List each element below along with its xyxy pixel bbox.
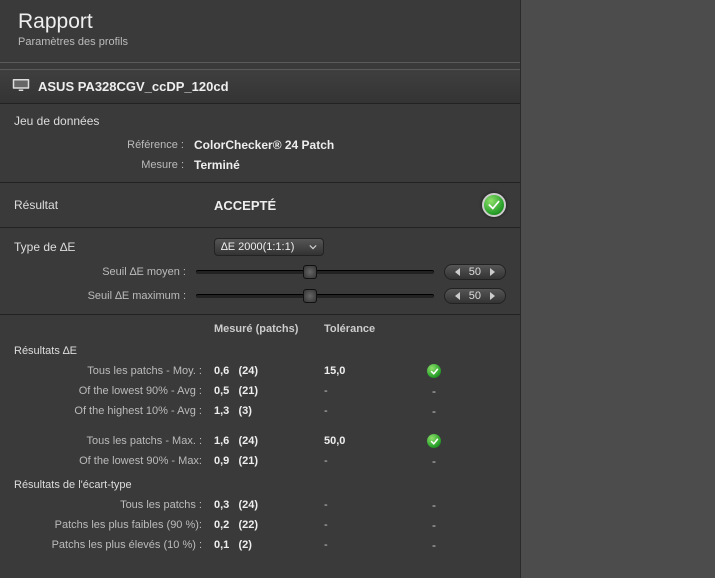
profile-section: ASUS PA328CGV_ccDP_120cd — [0, 69, 520, 104]
avg-threshold-stepper[interactable]: 50 — [444, 264, 506, 280]
profile-name: ASUS PA328CGV_ccDP_120cd — [38, 79, 229, 94]
table-row: Patchs les plus élevés (10 %) :0,1 (2)-- — [14, 537, 506, 553]
row-status: - — [414, 404, 454, 418]
max-threshold-label: Seuil ∆E maximum : — [14, 290, 186, 302]
slider-thumb[interactable] — [303, 289, 317, 303]
result-value: ACCEPTÉ — [214, 198, 482, 213]
deltae-type-label: Type de ∆E — [14, 240, 214, 254]
triangle-left-icon[interactable] — [455, 268, 461, 276]
row-status — [414, 434, 454, 448]
row-tolerance: - — [324, 519, 414, 531]
page-subtitle: Paramètres des profils — [18, 36, 502, 48]
dataset-heading: Jeu de données — [14, 114, 506, 128]
check-pass-icon — [427, 434, 441, 448]
row-measured: 0,5 (21) — [214, 385, 324, 397]
check-pass-icon — [482, 193, 506, 217]
side-panel — [520, 0, 715, 578]
row-measured: 0,6 (24) — [214, 365, 324, 377]
table-row: Of the lowest 90% - Max:0,9 (21)-- — [14, 453, 506, 469]
avg-threshold-slider[interactable] — [196, 270, 434, 274]
row-tolerance: - — [324, 385, 414, 397]
row-tolerance: 50,0 — [324, 435, 414, 447]
table-row: Of the highest 10% - Avg :1,3 (3)-- — [14, 403, 506, 419]
row-status: - — [414, 538, 454, 552]
row-label: Tous les patchs : — [14, 499, 214, 511]
table-row: Tous les patchs - Max. :1,6 (24)50,0 — [14, 433, 506, 449]
triangle-right-icon[interactable] — [489, 292, 495, 300]
row-tolerance: - — [324, 539, 414, 551]
max-threshold-slider[interactable] — [196, 294, 434, 298]
reference-value: ColorChecker® 24 Patch — [194, 138, 334, 152]
row-tolerance: 15,0 — [324, 365, 414, 377]
dataset-panel: Jeu de données Référence : ColorChecker®… — [0, 104, 520, 183]
chevron-down-icon — [309, 241, 317, 253]
row-measured: 0,1 (2) — [214, 539, 324, 551]
row-status — [414, 364, 454, 378]
result-label: Résultat — [14, 198, 214, 212]
monitor-icon — [12, 78, 30, 95]
reference-label: Référence : — [14, 139, 194, 151]
avg-threshold-label: Seuil ∆E moyen : — [14, 266, 186, 278]
slider-thumb[interactable] — [303, 265, 317, 279]
row-tolerance: - — [324, 455, 414, 467]
row-label: Patchs les plus faibles (90 %): — [14, 519, 214, 531]
row-measured: 1,3 (3) — [214, 405, 324, 417]
measure-value: Terminé — [194, 158, 240, 172]
col-measured: Mesuré (patchs) — [214, 323, 324, 335]
row-status: - — [414, 498, 454, 512]
row-label: Tous les patchs - Moy. : — [14, 365, 214, 377]
table-row: Patchs les plus faibles (90 %):0,2 (22)-… — [14, 517, 506, 533]
page-title: Rapport — [18, 10, 502, 34]
triangle-right-icon[interactable] — [489, 268, 495, 276]
table-row: Tous les patchs :0,3 (24)-- — [14, 497, 506, 513]
deltae-type-value: ∆E 2000(1:1:1) — [221, 241, 294, 253]
row-label: Tous les patchs - Max. : — [14, 435, 214, 447]
row-status: - — [414, 384, 454, 398]
row-measured: 0,9 (21) — [214, 455, 324, 467]
report-header: Rapport Paramètres des profils — [0, 0, 520, 54]
row-label: Patchs les plus élevés (10 %) : — [14, 539, 214, 551]
row-measured: 0,2 (22) — [214, 519, 324, 531]
row-tolerance: - — [324, 499, 414, 511]
result-row: Résultat ACCEPTÉ — [0, 183, 520, 228]
row-status: - — [414, 518, 454, 532]
deltae-type-dropdown[interactable]: ∆E 2000(1:1:1) — [214, 238, 324, 256]
row-label: Of the lowest 90% - Avg : — [14, 385, 214, 397]
row-measured: 1,6 (24) — [214, 435, 324, 447]
group-stddev: Résultats de l'écart-type — [14, 479, 506, 491]
max-threshold-stepper[interactable]: 50 — [444, 288, 506, 304]
row-measured: 0,3 (24) — [214, 499, 324, 511]
triangle-left-icon[interactable] — [455, 292, 461, 300]
table-row: Tous les patchs - Moy. :0,6 (24)15,0 — [14, 363, 506, 379]
group-deltae: Résultats ∆E — [14, 345, 506, 357]
results-table: Mesuré (patchs) Tolérance Résultats ∆E T… — [0, 315, 520, 567]
table-row: Of the lowest 90% - Avg :0,5 (21)-- — [14, 383, 506, 399]
measure-label: Mesure : — [14, 159, 194, 171]
row-status: - — [414, 454, 454, 468]
max-threshold-value: 50 — [469, 290, 481, 302]
col-tolerance: Tolérance — [324, 323, 414, 335]
row-label: Of the lowest 90% - Max: — [14, 455, 214, 467]
avg-threshold-value: 50 — [469, 266, 481, 278]
row-label: Of the highest 10% - Avg : — [14, 405, 214, 417]
row-tolerance: - — [324, 405, 414, 417]
check-pass-icon — [427, 364, 441, 378]
